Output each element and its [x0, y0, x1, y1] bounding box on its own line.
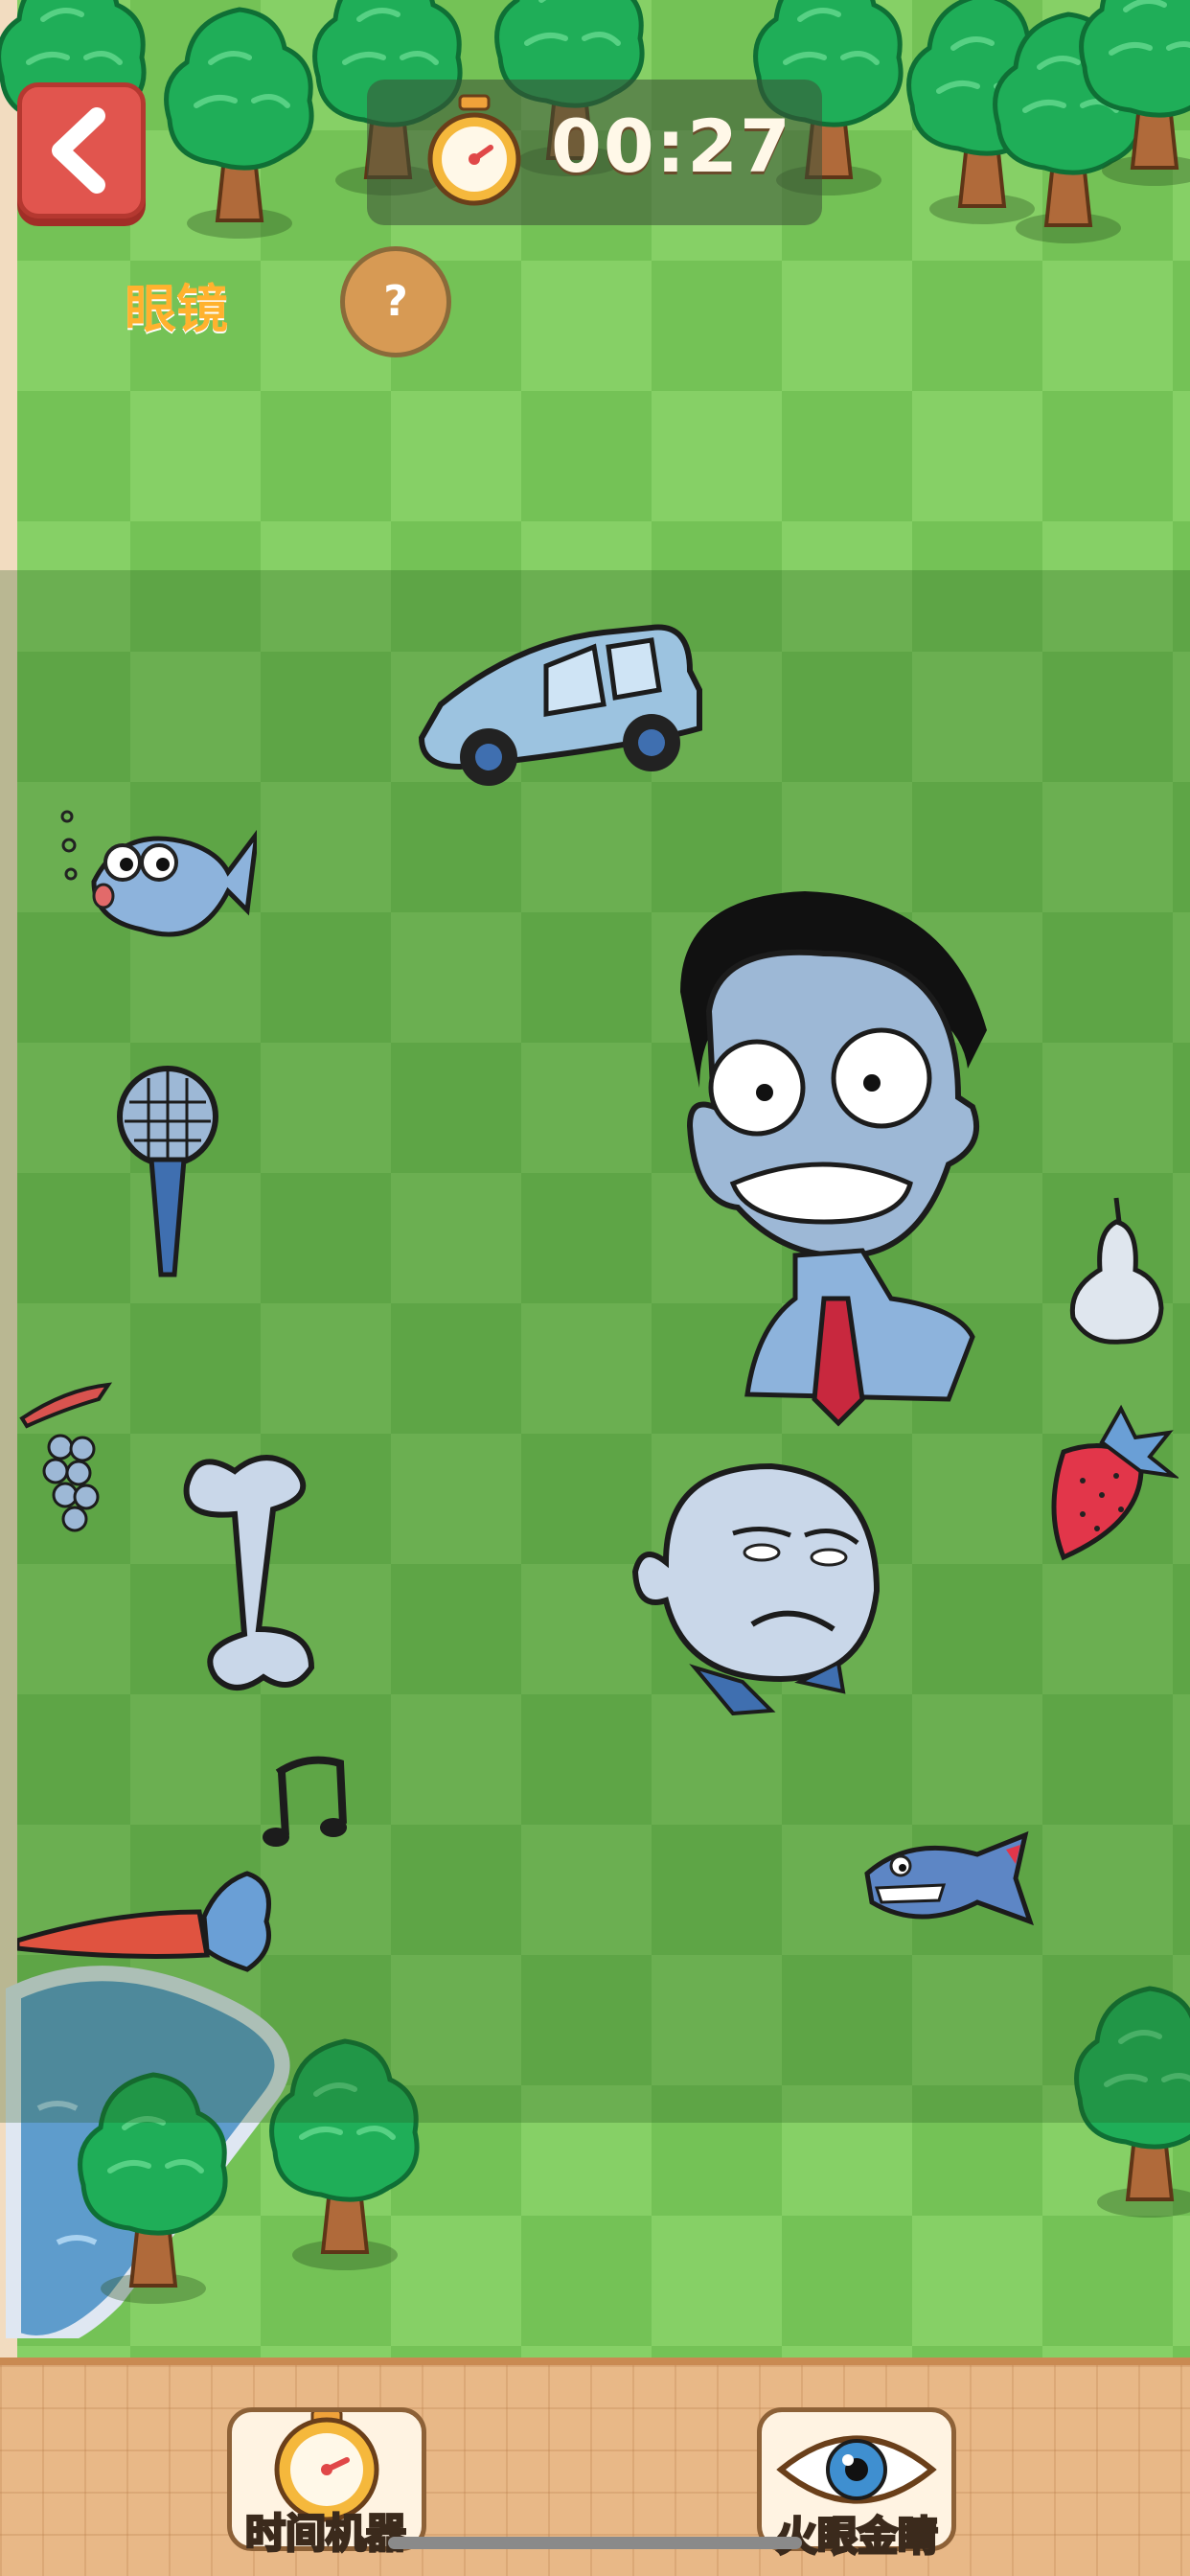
strawberry[interactable]	[1044, 1404, 1179, 1562]
carrot[interactable]	[17, 1864, 278, 1974]
hint-button[interactable]: ?	[340, 246, 451, 357]
car[interactable]	[402, 613, 719, 805]
stopwatch-icon	[427, 94, 521, 206]
home-indicator	[388, 2537, 802, 2549]
piranha[interactable]	[862, 1826, 1035, 1941]
timer-text: 00:27	[551, 104, 792, 189]
fish[interactable]	[56, 805, 257, 968]
microphone[interactable]	[105, 1064, 230, 1284]
back-button[interactable]	[17, 82, 146, 218]
time-machine-label: 时间机器	[243, 2509, 407, 2559]
angry-man-head[interactable]	[642, 877, 1006, 1428]
music-note[interactable]	[259, 1749, 355, 1850]
tree	[164, 7, 314, 239]
tree	[1079, 0, 1190, 186]
bone[interactable]	[177, 1447, 331, 1696]
pear[interactable]	[1064, 1193, 1169, 1346]
grapes[interactable]	[17, 1380, 123, 1543]
sharp-eye-label: 火眼金睛	[775, 2512, 939, 2562]
chevron-left-icon	[52, 107, 105, 194]
target-word-label: 眼镜	[125, 279, 228, 339]
old-man-head[interactable]	[628, 1457, 886, 1715]
